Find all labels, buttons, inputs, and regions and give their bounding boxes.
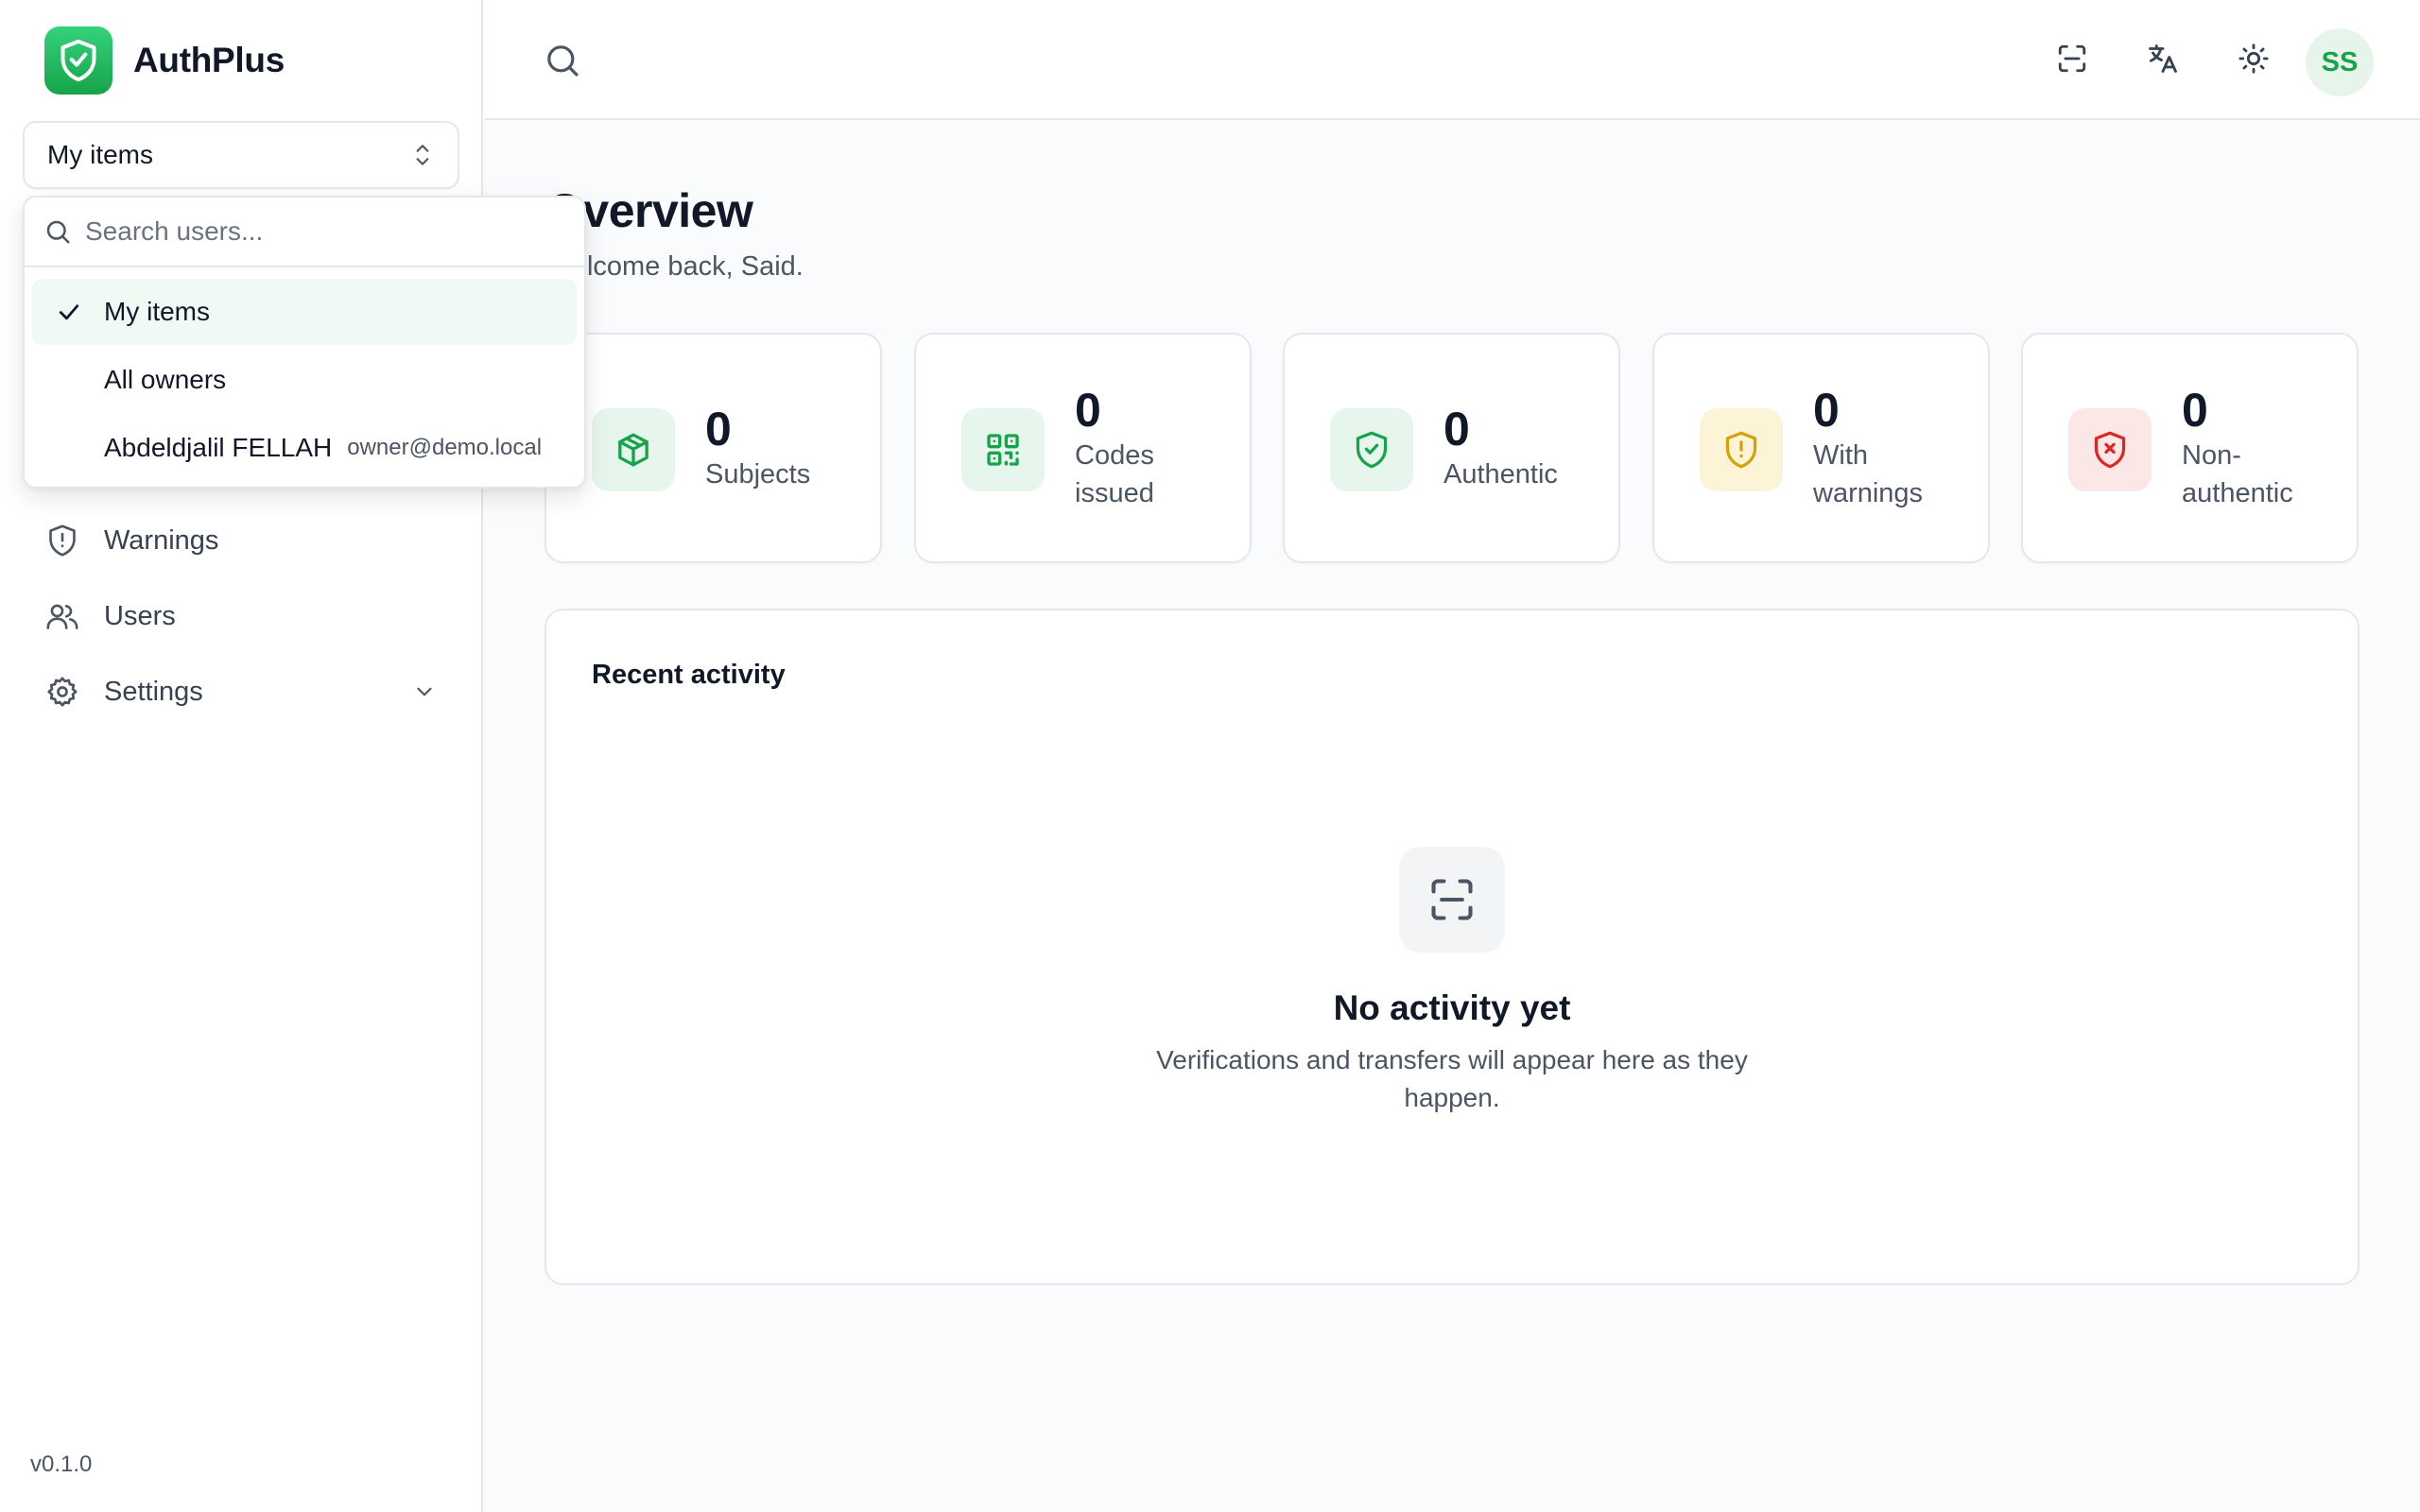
sidebar-item-users[interactable]: Users: [23, 583, 459, 649]
translate-icon: [2146, 42, 2180, 76]
scan-icon: [1399, 847, 1505, 953]
stat-label: Authentic: [1443, 458, 1558, 490]
stat-card-subjects[interactable]: 0 Subjects: [544, 333, 882, 563]
theme-toggle-button[interactable]: [2233, 38, 2274, 79]
avatar[interactable]: SS: [2306, 28, 2374, 96]
stat-card-with-warnings[interactable]: 0 With warnings: [1652, 333, 1990, 563]
shield-alert-icon: [1700, 408, 1783, 491]
gear-icon: [45, 675, 79, 709]
owner-select[interactable]: My items: [23, 121, 459, 189]
app-name: AuthPlus: [133, 41, 285, 79]
stat-label: Codes issued: [1075, 439, 1154, 508]
app-version: v0.1.0: [30, 1452, 93, 1477]
shield-check-icon: [1330, 408, 1413, 491]
owner-select-value: My items: [47, 140, 153, 169]
chevron-down-icon: [412, 679, 437, 704]
owner-dropdown: My items All owners Abdeldjalil FELLAH o…: [23, 196, 586, 489]
dropdown-item-user[interactable]: Abdeldjalil FELLAH owner@demo.local: [32, 415, 577, 481]
sun-icon: [2238, 43, 2270, 75]
empty-state-title: No activity yet: [1333, 988, 1571, 1027]
sidebar-item-label: Warnings: [104, 524, 219, 556]
dropdown-item-my-items[interactable]: My items: [32, 279, 577, 345]
scan-button[interactable]: [2051, 38, 2093, 79]
qr-code-icon: [961, 408, 1045, 491]
recent-activity-panel: Recent activity No activity yet Verifica…: [544, 609, 2360, 1285]
stat-value: 0: [705, 402, 732, 455]
language-button[interactable]: [2142, 38, 2184, 79]
shield-alert-icon: [45, 524, 79, 558]
stat-value: 0: [1813, 383, 1840, 437]
dropdown-item-email: owner@demo.local: [347, 435, 543, 460]
stat-label: Non-authentic: [2182, 439, 2293, 508]
stat-value: 0: [1443, 402, 1470, 455]
stat-card-non-authentic[interactable]: 0 Non-authentic: [2021, 333, 2359, 563]
users-icon: [45, 599, 79, 633]
chevrons-up-down-icon: [410, 141, 435, 169]
recent-activity-title: Recent activity: [592, 660, 786, 690]
sidebar-item-label: Settings: [104, 676, 203, 707]
check-icon: [55, 298, 83, 326]
sidebar-item-label: Users: [104, 600, 176, 631]
dropdown-item-all-owners[interactable]: All owners: [32, 347, 577, 413]
dropdown-search: [25, 198, 584, 267]
search-users-input[interactable]: [85, 216, 565, 247]
search-button[interactable]: [544, 42, 581, 79]
sidebar-item-settings[interactable]: Settings: [23, 659, 459, 725]
dropdown-item-label: Abdeldjalil FELLAH: [104, 433, 333, 462]
stat-card-codes-issued[interactable]: 0 Codes issued: [914, 333, 1252, 563]
search-icon: [43, 217, 72, 246]
stat-label: Subjects: [705, 458, 811, 490]
sidebar-item-warnings[interactable]: Warnings: [23, 507, 459, 574]
shield-x-icon: [2068, 408, 2152, 491]
shield-logo-icon: [44, 26, 112, 94]
scan-icon: [2056, 43, 2088, 75]
stat-label: With warnings: [1813, 439, 1924, 508]
brand[interactable]: AuthPlus: [44, 26, 285, 94]
empty-state-description: Verifications and transfers will appear …: [1156, 1045, 1748, 1112]
dropdown-item-label: All owners: [104, 365, 227, 394]
package-icon: [592, 408, 675, 491]
stat-value: 0: [2182, 383, 2208, 437]
stat-value: 0: [1075, 383, 1101, 437]
search-icon: [544, 42, 581, 79]
stat-card-authentic[interactable]: 0 Authentic: [1283, 333, 1620, 563]
topbar: SS: [485, 0, 2420, 120]
dropdown-item-label: My items: [104, 297, 210, 326]
